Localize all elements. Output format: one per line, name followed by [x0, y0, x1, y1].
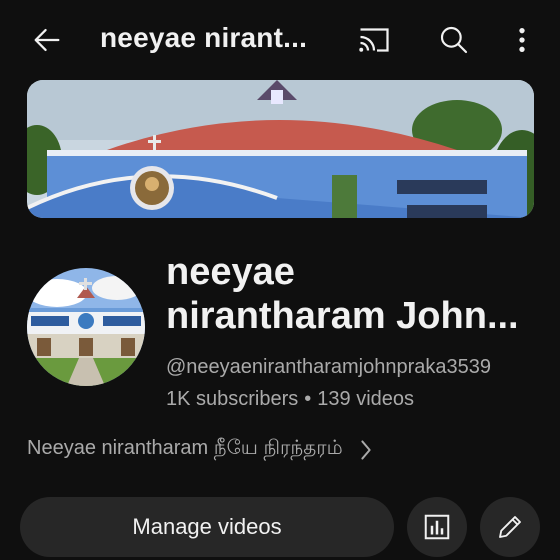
stats-separator: • [304, 388, 312, 410]
channel-name: neeyae nirantharam John... [166, 250, 551, 338]
description-text: Neeyae nirantharam நீயே நிரந்தரம் [27, 437, 343, 459]
back-button[interactable] [25, 18, 69, 62]
edit-pencil-icon [499, 516, 521, 538]
more-options-button[interactable] [500, 18, 544, 62]
video-count: 139 videos [317, 388, 415, 410]
search-icon [440, 26, 468, 54]
analytics-button[interactable] [407, 497, 467, 557]
subscriber-count: 1K subscribers [166, 388, 299, 410]
chevron-right-icon [359, 439, 373, 461]
channel-avatar[interactable] [27, 268, 145, 386]
search-button[interactable] [432, 18, 476, 62]
channel-stats: 1K subscribers • 139 videos [166, 388, 414, 411]
cast-icon [359, 28, 389, 52]
top-app-bar: neeyae nirant... [0, 0, 560, 80]
channel-banner [27, 80, 534, 218]
channel-handle: @neeyaenirantharamjohnpraka3539 [166, 356, 491, 378]
more-vert-icon [519, 28, 525, 52]
church-banner-image [27, 80, 534, 218]
back-arrow-icon [34, 28, 60, 52]
church-avatar-image [27, 268, 145, 386]
channel-name-line1: neeyae [166, 251, 295, 293]
manage-videos-button[interactable]: Manage videos [20, 497, 394, 557]
page-title: neeyae nirant... [100, 22, 308, 53]
analytics-icon [424, 514, 450, 540]
channel-name-line2: nirantharam John... [166, 295, 519, 337]
edit-button[interactable] [480, 497, 540, 557]
cast-button[interactable] [352, 18, 396, 62]
channel-description[interactable]: Neeyae nirantharam நீயே நிரந்தரம் [27, 437, 373, 462]
